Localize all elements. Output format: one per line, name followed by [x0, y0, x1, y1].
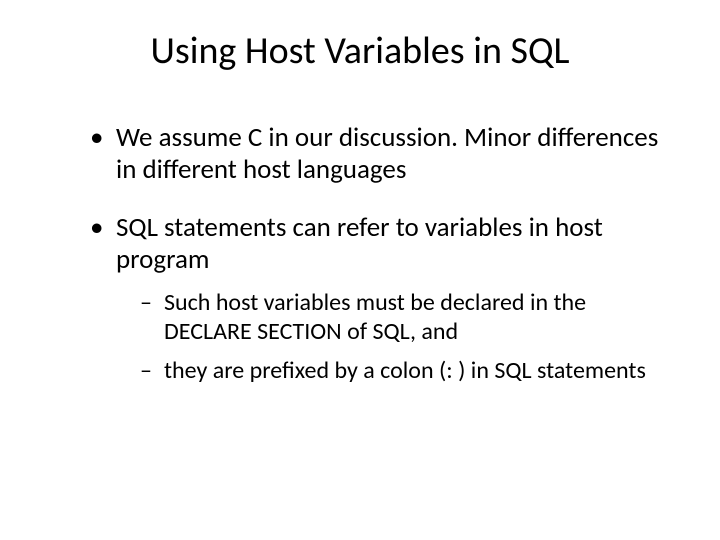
- slide: Using Host Variables in SQL We assume C …: [0, 0, 720, 540]
- bullet-text: SQL statements can refer to variables in…: [116, 211, 603, 276]
- bullet-text: they are prefixed by a colon (: ) in SQL…: [164, 356, 646, 385]
- slide-title: Using Host Variables in SQL: [60, 28, 660, 74]
- list-item: SQL statements can refer to variables in…: [90, 212, 660, 386]
- bullet-text: Such host variables must be declared in …: [164, 288, 586, 346]
- list-item: We assume C in our discussion. Minor dif…: [90, 122, 660, 186]
- bullet-list: We assume C in our discussion. Minor dif…: [90, 122, 660, 386]
- list-item: Such host variables must be declared in …: [140, 289, 660, 347]
- bullet-text: We assume C in our discussion. Minor dif…: [116, 121, 658, 186]
- list-item: they are prefixed by a colon (: ) in SQL…: [140, 357, 660, 386]
- slide-body: We assume C in our discussion. Minor dif…: [60, 122, 660, 386]
- sub-bullet-list: Such host variables must be declared in …: [116, 289, 660, 385]
